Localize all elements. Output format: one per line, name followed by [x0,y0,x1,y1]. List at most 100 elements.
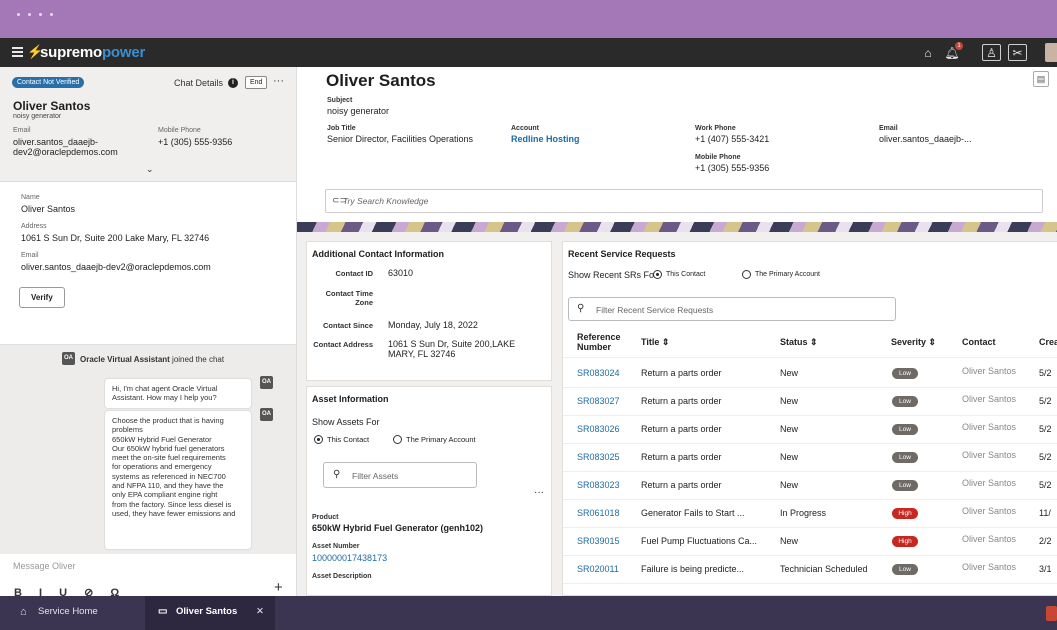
col-severity[interactable]: Severity ⇕ [891,337,936,348]
severity-badge: Low [892,480,918,491]
user-avatar[interactable] [1045,43,1057,62]
email2-label: Email [21,252,39,259]
severity-badge: Low [892,452,918,463]
search-icon: ⚲ [577,303,585,314]
row-divider [563,555,1057,556]
chat-transcript: OA Oracle Virtual Assistant joined the c… [0,344,296,554]
mobile-label: Mobile Phone [158,127,201,134]
mobile-phone-label: Mobile Phone [695,154,741,161]
chevron-down-icon[interactable]: ⌄ [146,164,154,175]
col-contact[interactable]: Contact [962,337,996,347]
chat-panel: Contact Not Verified Chat Details i End … [0,67,297,596]
chat-details-label: Chat Details [174,78,224,88]
verify-button[interactable]: Verify [19,287,65,308]
asset-number-label: Asset Number [312,543,360,550]
sr-created: 5/2 [1039,396,1052,406]
sr-created: 5/2 [1039,424,1052,434]
radio-this-contact-label: This Contact [327,435,370,444]
email-value-1: oliver.santos_daaejb- [13,137,99,147]
radio-this-contact[interactable] [314,435,323,444]
sr-created: 5/2 [1039,480,1052,490]
sr-status: New [780,536,799,546]
email-value-2: dev2@oraclepdemos.com [13,147,118,157]
sr-title: Generator Fails to Start ... [641,508,745,518]
address-value: 1061 S Sun Dr, Suite 200 Lake Mary, FL 3… [21,233,210,243]
radio-this-contact[interactable] [653,270,662,279]
contact-since-value: Monday, July 18, 2022 [388,320,478,330]
contact-id-label: Contact ID [335,269,374,278]
sr-reference-link[interactable]: SR020011 [577,564,619,574]
contact-address-value: 1061 S Sun Dr, Suite 200,LAKE MARY, FL 32… [388,339,516,359]
sr-title: Return a parts order [641,480,722,490]
layout-icon[interactable]: ▤ [1033,71,1049,87]
tab-oliver-santos[interactable]: Oliver Santos [176,606,237,617]
col-reference[interactable]: Reference Number [577,332,621,352]
col-status[interactable]: Status ⇕ [780,337,818,348]
contact-address-label: Contact Address [313,340,373,349]
app-frame: ⚡ supremopower ⌂ 🔔︎ 1 ♙ ✂ Contact Not Ve… [0,0,1057,630]
contact-header: Contact Not Verified Chat Details i End … [0,67,296,182]
sr-contact: Oliver Santos [962,450,1017,460]
filter-srs-input[interactable]: ⚲ Filter Recent Service Requests [568,297,896,321]
name-label: Name [21,194,40,201]
header-divider [563,357,1057,358]
sr-status: New [780,480,799,490]
end-chat-button[interactable]: End [245,76,268,89]
row-divider [563,443,1057,444]
sr-title: Return a parts order [641,396,722,406]
account-label: Account [511,125,539,132]
asset-number-link[interactable]: 100000017438173 [312,553,387,563]
app-logo[interactable]: supremopower [40,44,145,61]
email-value: oliver.santos_daaejb-... [879,134,972,144]
radio-this-contact-label: This Contact [666,271,706,278]
close-tab-icon[interactable]: ✕ [256,606,264,617]
home-icon[interactable]: ⌂ [921,44,935,61]
sr-status: New [780,368,799,378]
radio-primary-account[interactable] [742,270,751,279]
sr-reference-link[interactable]: SR061018 [577,508,620,518]
row-divider [563,415,1057,416]
sr-created: 2/2 [1039,536,1052,546]
sr-reference-link[interactable]: SR039015 [577,536,620,546]
sr-reference-link[interactable]: SR083027 [577,396,620,406]
tools-icon[interactable]: ✂ [1008,44,1027,61]
chat-tab-icon: ▭ [158,606,168,617]
sr-contact: Oliver Santos [962,506,1017,516]
sr-status: New [780,396,799,406]
col-title[interactable]: Title ⇕ [641,337,669,348]
contact-time-zone-label: Contact Time Zone [325,289,373,307]
sr-title: Failure is being predicte... [641,564,745,574]
mobile-phone-value: +1 (305) 555-9356 [695,163,770,173]
sr-reference-link[interactable]: SR083024 [577,368,620,378]
col-created[interactable]: Crea [1039,337,1057,347]
more-actions-icon[interactable]: ··· [273,75,284,87]
chat-launcher-icon[interactable] [1046,606,1057,621]
sr-reference-link[interactable]: SR083025 [577,452,620,462]
product-value: 650kW Hybrid Fuel Generator (genh102) [312,523,484,533]
user-icon[interactable]: ♙ [982,44,1001,61]
job-title-label: Job Title [327,125,356,132]
radio-primary-account[interactable] [393,435,402,444]
sr-contact: Oliver Santos [962,366,1017,376]
sr-created: 5/2 [1039,452,1052,462]
sr-contact: Oliver Santos [962,394,1017,404]
row-divider [563,527,1057,528]
sr-reference-link[interactable]: SR083023 [577,480,620,490]
email2-value: oliver.santos_daaejb-dev2@oraclepdemos.c… [21,262,211,272]
more-options-icon[interactable]: ··· [534,487,544,498]
menu-icon[interactable] [12,47,23,57]
contact-name: Oliver Santos [13,99,91,113]
sr-status: New [780,452,799,462]
app-window: ⚡ supremopower ⌂ 🔔︎ 1 ♙ ✂ Contact Not Ve… [0,38,1057,630]
info-icon[interactable]: i [228,78,238,88]
add-attachment-icon[interactable]: + [274,579,283,596]
account-link[interactable]: Redline Hosting [511,134,580,144]
contact-subject: noisy generator [13,113,62,120]
filter-assets-input[interactable]: ⚲ Filter Assets [323,462,477,488]
service-requests-card: Recent Service Requests Show Recent SRs … [562,241,1057,596]
sr-reference-link[interactable]: SR083026 [577,424,620,434]
sr-title: Return a parts order [641,452,722,462]
tab-service-home[interactable]: Service Home [38,606,98,617]
sr-status: In Progress [780,508,827,518]
knowledge-search-input[interactable]: ⊂⊃ Try Search Knowledge [325,189,1043,213]
